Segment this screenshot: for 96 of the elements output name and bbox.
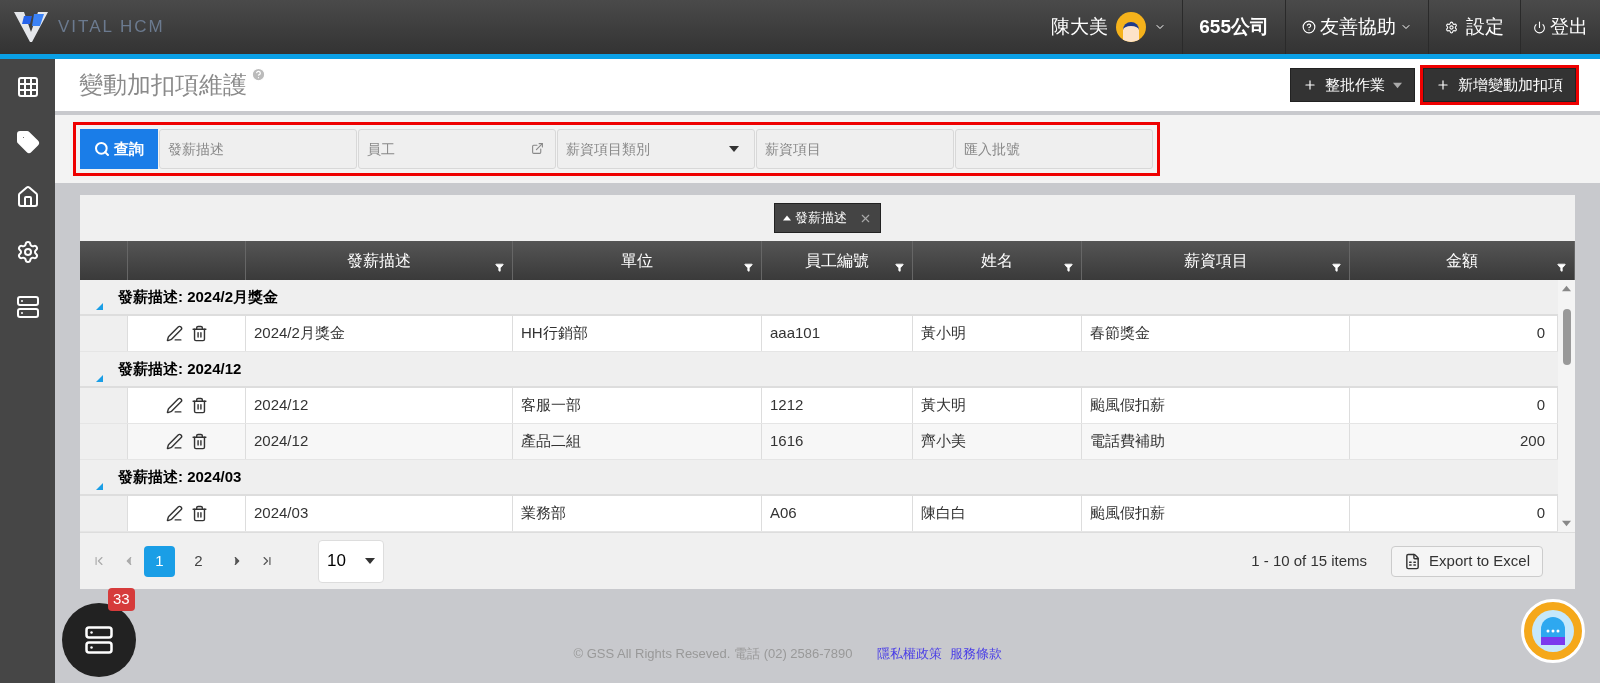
group-row[interactable]: 發薪描述: 2024/03 bbox=[80, 460, 1558, 496]
table-cell-text: 電話費補助 bbox=[1090, 431, 1165, 452]
filter-icon[interactable] bbox=[895, 263, 904, 272]
robot-icon bbox=[1531, 609, 1575, 653]
plus-icon bbox=[1303, 78, 1317, 92]
filter-icon[interactable] bbox=[1064, 263, 1073, 272]
settings-icon[interactable] bbox=[15, 240, 40, 264]
search-icon bbox=[94, 141, 110, 157]
table-cell-text: 黃大明 bbox=[921, 395, 966, 416]
table-cell-text: 陳白白 bbox=[921, 503, 966, 524]
table-cell-text: 產品二組 bbox=[521, 431, 581, 452]
filter-field[interactable]: 匯入批號 bbox=[955, 129, 1153, 169]
column-header[interactable]: 單位 bbox=[621, 248, 653, 273]
footer-link[interactable]: 隱私權政策 bbox=[876, 644, 942, 664]
sort-up-icon bbox=[783, 214, 791, 222]
table-cell-text: 2024/2月獎金 bbox=[254, 323, 345, 344]
group-chip[interactable]: 發薪描述 bbox=[774, 203, 881, 233]
page-size-dropdown[interactable]: 10 bbox=[318, 539, 384, 583]
scrollbar-thumb[interactable] bbox=[1562, 309, 1571, 365]
table-cell-text: 客服一部 bbox=[521, 395, 581, 416]
logo-text: VITAL HCM bbox=[58, 16, 165, 39]
table-cell-text: aaa101 bbox=[770, 323, 821, 344]
page-title: 變動加扣項維護 bbox=[79, 70, 247, 100]
apps-icon[interactable] bbox=[15, 75, 40, 99]
edit-icon[interactable] bbox=[165, 433, 183, 450]
settings-icon bbox=[1445, 20, 1458, 34]
scroll-up-icon bbox=[1562, 284, 1571, 293]
table-cell-text: 2024/03 bbox=[254, 503, 309, 524]
group-row[interactable]: 發薪描述: 2024/2月獎金 bbox=[80, 280, 1558, 316]
filter-icon[interactable] bbox=[744, 263, 753, 272]
column-header[interactable]: 姓名 bbox=[981, 248, 1013, 273]
user-menu[interactable]: 陳大美 bbox=[1035, 0, 1183, 54]
server-icon[interactable] bbox=[15, 295, 40, 319]
table-cell-text: A06 bbox=[770, 503, 797, 524]
table-cell-text: 0 bbox=[1536, 323, 1545, 344]
group-label: 發薪描述: 2024/03 bbox=[118, 466, 242, 487]
caret-icon bbox=[1393, 80, 1402, 90]
table-cell-text: 春節獎金 bbox=[1090, 323, 1150, 344]
open-picker-icon[interactable] bbox=[531, 142, 544, 155]
excel-file-icon bbox=[1404, 552, 1422, 570]
group-label: 發薪描述: 2024/2月獎金 bbox=[118, 286, 279, 307]
group-label: 發薪描述: 2024/12 bbox=[118, 358, 242, 379]
caret-icon bbox=[729, 144, 739, 154]
table-cell-text: 業務部 bbox=[521, 503, 566, 524]
filter-icon[interactable] bbox=[495, 263, 504, 272]
caret-icon bbox=[365, 556, 375, 566]
scroll-down-icon bbox=[1562, 519, 1571, 528]
filter-field[interactable]: 員工 bbox=[358, 129, 556, 169]
avatar-icon bbox=[1116, 12, 1147, 42]
page-button[interactable]: 2 bbox=[183, 545, 214, 577]
footer-link[interactable]: 服務條款 bbox=[949, 644, 1002, 664]
filter-icon[interactable] bbox=[1557, 263, 1566, 272]
last-page-icon[interactable] bbox=[260, 554, 274, 568]
help-icon bbox=[1302, 20, 1316, 34]
edit-icon[interactable] bbox=[165, 325, 183, 342]
delete-icon[interactable] bbox=[190, 397, 208, 414]
delete-icon[interactable] bbox=[190, 433, 208, 450]
table-cell-text: 2024/12 bbox=[254, 395, 309, 416]
scrollbar[interactable] bbox=[1558, 280, 1575, 532]
group-row[interactable]: 發薪描述: 2024/12 bbox=[80, 352, 1558, 388]
filter-icon[interactable] bbox=[1332, 263, 1341, 272]
table-cell-text: 1212 bbox=[770, 395, 804, 416]
table-cell-text: 0 bbox=[1536, 503, 1545, 524]
filter-field[interactable]: 發薪描述 bbox=[159, 129, 357, 169]
delete-icon[interactable] bbox=[190, 325, 208, 342]
table-cell-text: 0 bbox=[1536, 395, 1545, 416]
filter-field[interactable]: 薪資項目 bbox=[756, 129, 954, 169]
table-cell-text: 颱風假扣薪 bbox=[1090, 395, 1165, 416]
home-icon[interactable] bbox=[15, 185, 40, 209]
table-cell-text: 齊小美 bbox=[921, 431, 966, 452]
column-header[interactable]: 金額 bbox=[1446, 248, 1478, 273]
column-header[interactable]: 發薪描述 bbox=[347, 248, 411, 273]
edit-icon[interactable] bbox=[165, 397, 183, 414]
export-button[interactable]: Export to Excel bbox=[1391, 545, 1543, 577]
delete-icon[interactable] bbox=[190, 505, 208, 522]
column-header[interactable]: 員工編號 bbox=[805, 248, 869, 273]
power-icon bbox=[1533, 20, 1546, 34]
notification-badge: 33 bbox=[108, 588, 135, 611]
add-button[interactable]: 新增變動加扣項 bbox=[1423, 68, 1576, 102]
table-cell-text: HH行銷部 bbox=[521, 323, 588, 344]
batch-button[interactable]: 整批作業 bbox=[1290, 68, 1415, 102]
column-header[interactable]: 薪資項目 bbox=[1183, 248, 1248, 273]
item-count: 1 - 10 of 15 items bbox=[1251, 550, 1368, 571]
server-icon bbox=[84, 625, 114, 655]
tag-icon[interactable] bbox=[15, 130, 40, 154]
table-cell-text: 1616 bbox=[770, 431, 804, 452]
plus-icon bbox=[1436, 78, 1450, 92]
table-cell-text: 颱風假扣薪 bbox=[1090, 503, 1165, 524]
table-cell-text: 200 bbox=[1519, 431, 1545, 452]
table-cell-text: 黃小明 bbox=[921, 323, 966, 344]
help-icon bbox=[251, 67, 266, 82]
logo-icon bbox=[12, 10, 50, 44]
search-button[interactable]: 查詢 bbox=[80, 129, 158, 169]
table-cell-text: 2024/12 bbox=[254, 431, 309, 452]
edit-icon[interactable] bbox=[165, 505, 183, 522]
category-dropdown[interactable]: 薪資項目類別 bbox=[557, 129, 755, 169]
